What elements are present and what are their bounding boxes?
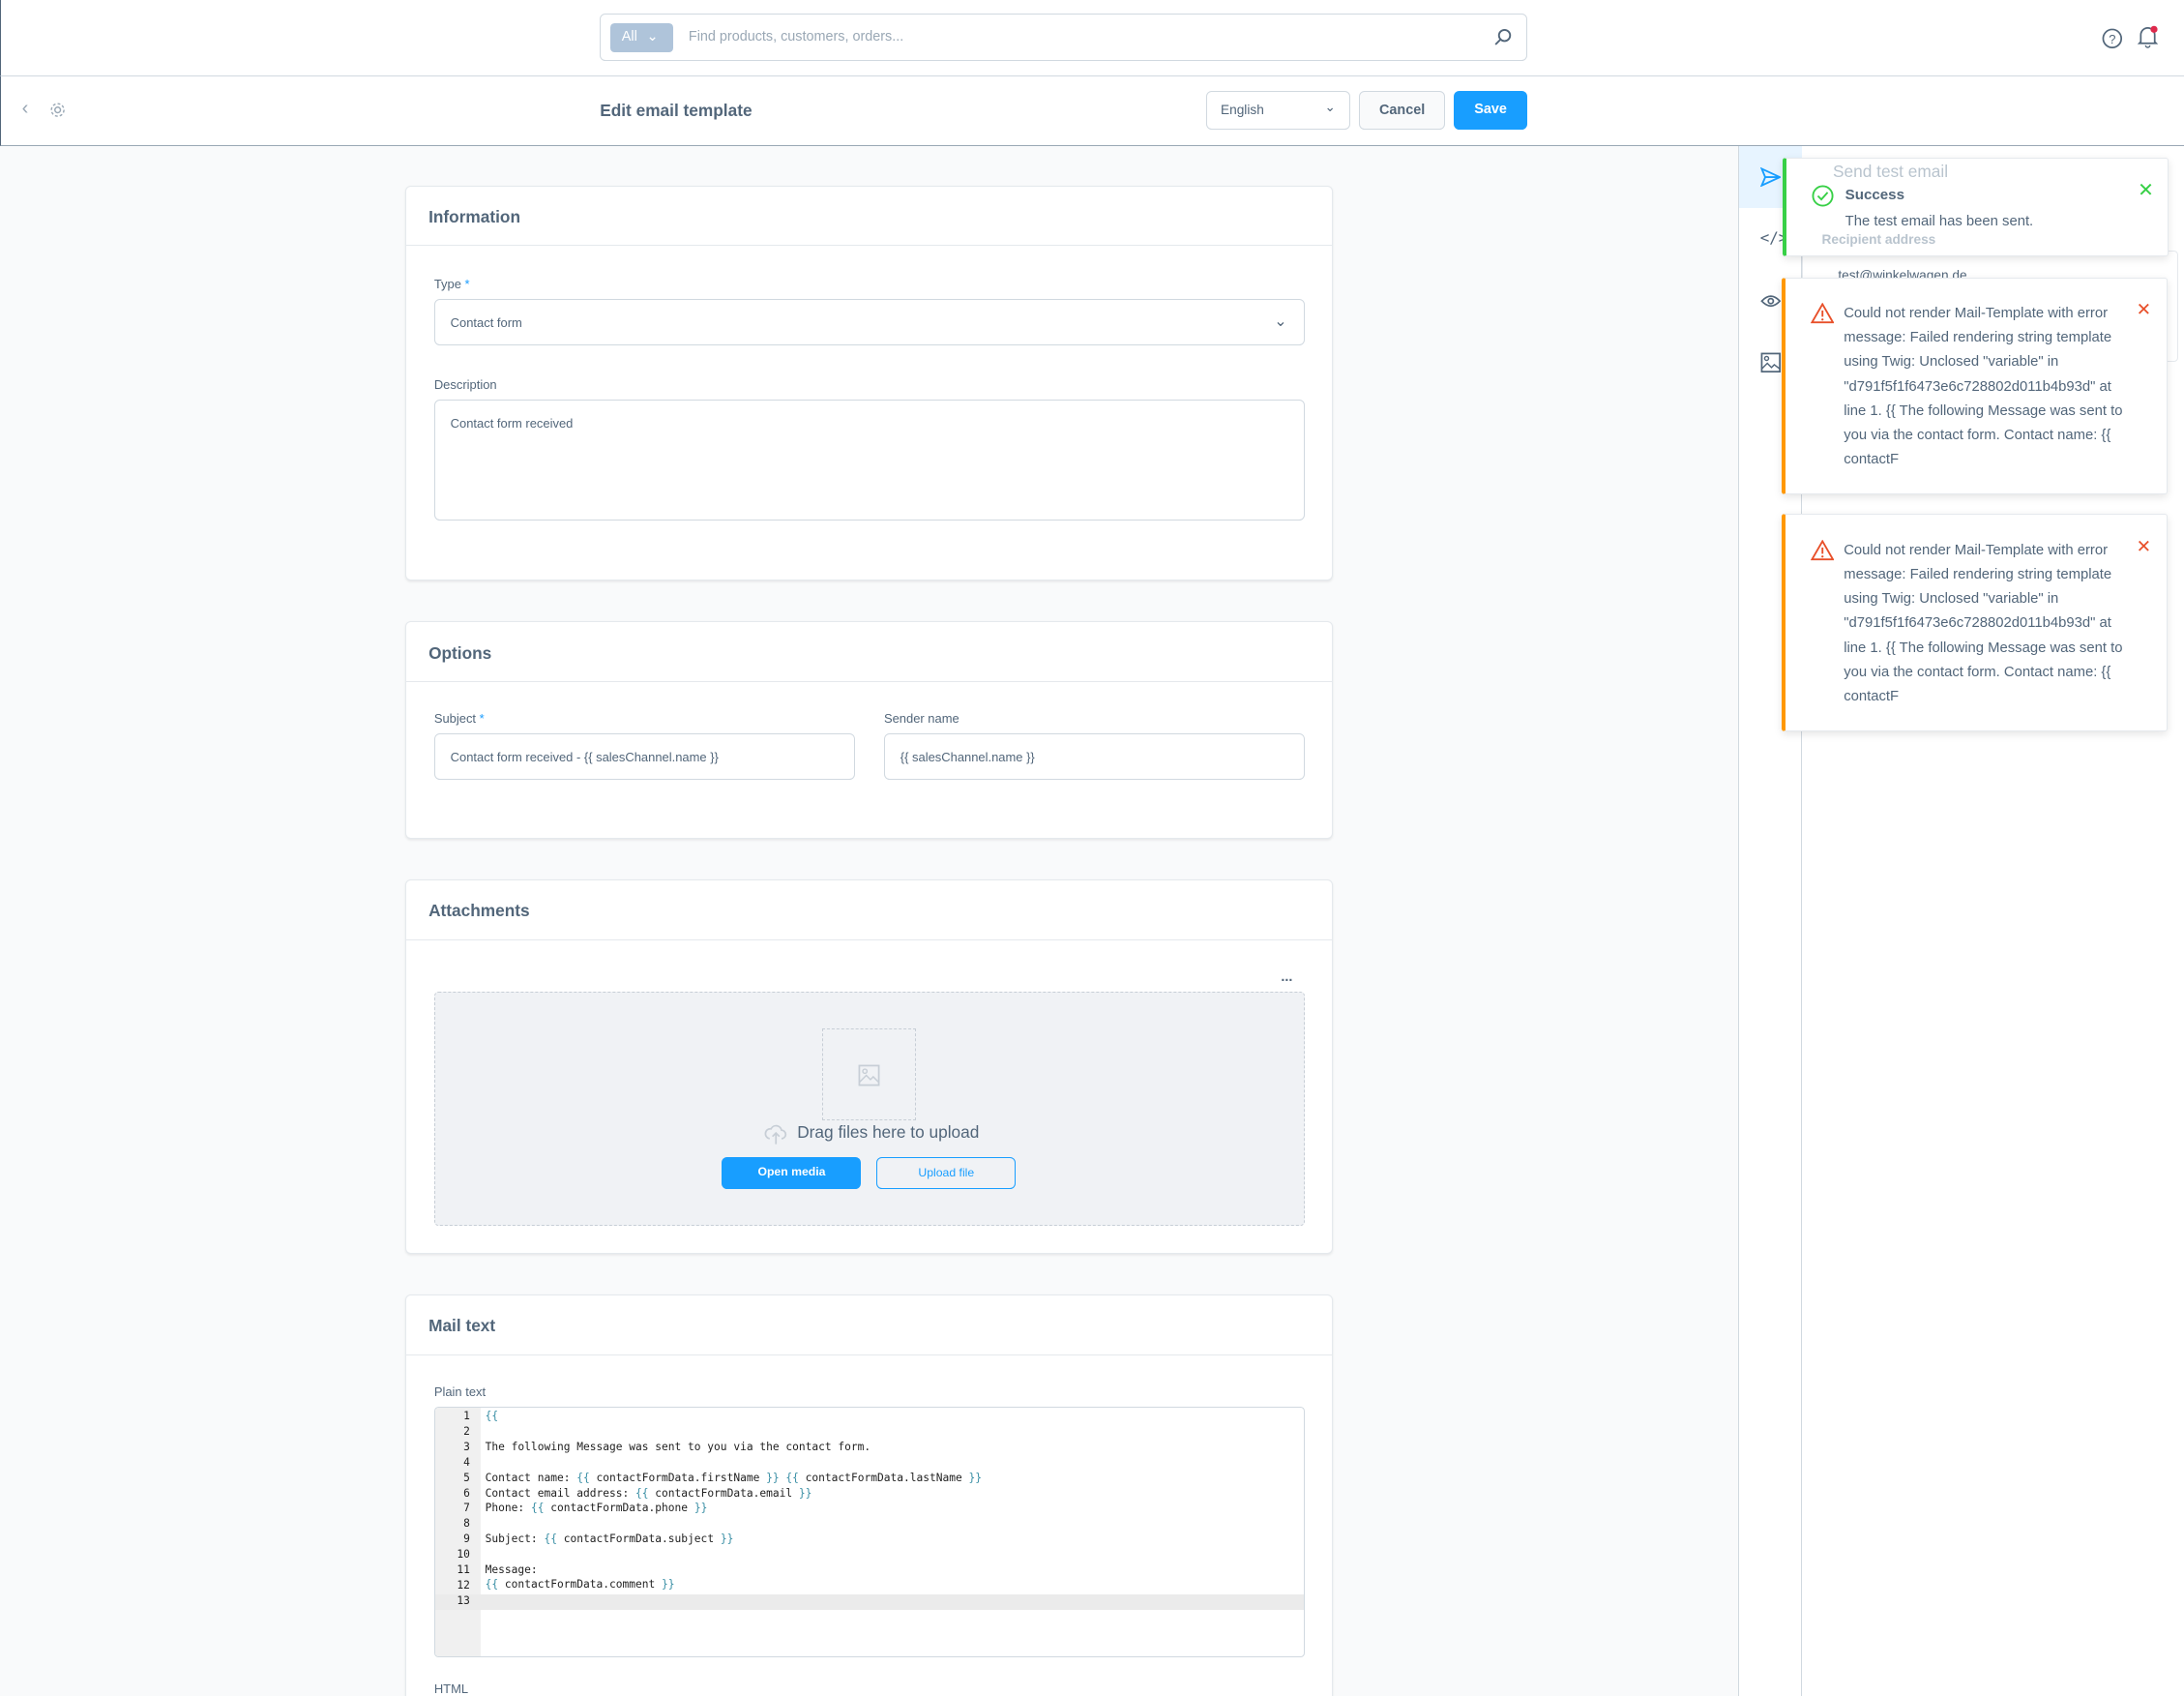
image-icon[interactable] [1760, 352, 1782, 373]
card-title: Attachments [406, 880, 1333, 940]
top-bar: All ⌄ Find products, customers, orders..… [0, 0, 2184, 77]
line-number: 12 [457, 1578, 470, 1592]
sender-name-input[interactable]: {{ salesChannel.name }} [883, 733, 1305, 780]
toast-message: Could not render Mail-Template with erro… [1844, 306, 2123, 468]
sender-name-label: Sender name [883, 711, 959, 727]
code-line: Contact email address: {{ contactFormDat… [485, 1486, 812, 1500]
code-content[interactable]: {{ The following Message was sent to you … [486, 1409, 982, 1608]
chevron-down-icon: ⌄ [1274, 312, 1287, 330]
toast-message: Could not render Mail-Template with erro… [1844, 542, 2123, 705]
type-value: Contact form [450, 314, 522, 330]
code-line: Subject: {{ contactFormData.subject }} [485, 1532, 734, 1545]
cloud-upload-icon [764, 1124, 786, 1145]
upload-file-button[interactable]: Upload file [876, 1156, 1017, 1189]
line-number: 7 [463, 1502, 470, 1515]
line-number: 13 [457, 1593, 470, 1607]
search-input[interactable]: Find products, customers, orders... [689, 29, 903, 45]
save-button[interactable]: Save [1453, 90, 1528, 130]
line-number: 10 [457, 1547, 470, 1561]
type-select[interactable]: Contact form ⌄ [433, 299, 1305, 345]
check-circle-icon [1812, 185, 1834, 207]
information-card: Information Type * Contact form ⌄ Descrip… [405, 185, 1334, 581]
line-number: 2 [463, 1425, 470, 1439]
language-select[interactable]: English ⌄ [1205, 90, 1351, 130]
code-line: Phone: {{ contactFormData.phone }} [485, 1502, 708, 1515]
search-scope-select[interactable]: All ⌄ [610, 23, 674, 53]
open-media-button[interactable]: Open media [722, 1156, 862, 1189]
card-title: Options [406, 622, 1333, 683]
code-line: {{ contactFormData.comment }} [485, 1578, 675, 1592]
search-scope-label: All [621, 28, 637, 45]
success-toast: Success The test email has been sent. ✕ [1783, 157, 2169, 256]
attachments-card: Attachments ... Drag files here to uploa… [405, 878, 1334, 1254]
line-number: 9 [463, 1532, 470, 1546]
close-icon[interactable]: ✕ [2138, 178, 2154, 202]
line-number: 1 [463, 1410, 470, 1423]
chevron-down-icon: ⌄ [1324, 100, 1336, 115]
more-options-icon[interactable]: ... [1281, 969, 1292, 985]
drop-text: Drag files here to upload [797, 1121, 980, 1142]
plain-text-label: Plain text [433, 1384, 487, 1399]
error-toast: Could not render Mail-Template with erro… [1781, 514, 2168, 731]
toast-title: Success [1845, 186, 1904, 203]
html-label: HTML [433, 1681, 469, 1696]
warning-icon [1810, 303, 1835, 324]
mail-text-card: Mail text Plain text 1 2 3 4 5 6 7 8 9 10 11 12 13 {… [405, 1294, 1334, 1696]
code-line: {{ [485, 1410, 499, 1423]
eye-icon[interactable] [1759, 294, 1782, 308]
language-value: English [1220, 103, 1264, 118]
toast-message: The test email has been sent. [1845, 214, 2034, 230]
code-line: Contact name: {{ contactFormData.firstNa… [485, 1471, 983, 1484]
subject-label: Subject * [433, 711, 485, 727]
close-icon[interactable]: ✕ [2137, 299, 2152, 320]
image-icon [858, 1064, 880, 1086]
plain-text-editor[interactable]: 1 2 3 4 5 6 7 8 9 10 11 12 13 {{The following Messag… [433, 1406, 1305, 1658]
gear-icon[interactable] [49, 102, 66, 118]
cancel-button[interactable]: Cancel [1359, 90, 1446, 130]
type-label: Type * [433, 277, 470, 292]
back-chevron-icon[interactable]: ‹ [22, 98, 29, 120]
line-numbers: 1 2 3 4 5 6 7 8 9 10 11 12 13 [435, 1409, 470, 1608]
card-title: Information [406, 187, 1333, 247]
options-card: Options Subject * Contact form received … [405, 621, 1334, 839]
page-title: Edit email template [600, 100, 753, 120]
description-textarea[interactable]: Contact form received [433, 399, 1305, 521]
line-number: 8 [463, 1517, 470, 1531]
smart-bar: ‹ Edit email template English ⌄ Cancel Sa… [0, 76, 2184, 147]
help-icon[interactable]: ? [2102, 28, 2123, 49]
chevron-down-icon: ⌄ [646, 28, 659, 45]
line-number: 4 [463, 1455, 470, 1469]
global-search[interactable]: All ⌄ Find products, customers, orders..… [600, 14, 1528, 62]
preview-placeholder [822, 1028, 916, 1121]
code-line: The following Message was sent to you vi… [485, 1441, 871, 1454]
line-number: 5 [463, 1471, 470, 1484]
description-label: Description [433, 376, 497, 392]
line-number: 3 [463, 1441, 470, 1454]
card-title: Mail text [406, 1295, 1333, 1355]
bell-icon[interactable] [2137, 25, 2159, 48]
subject-input[interactable]: Contact form received - {{ salesChannel.… [433, 733, 855, 780]
code-line: Message: [485, 1562, 538, 1576]
line-number: 11 [457, 1562, 470, 1576]
close-icon[interactable]: ✕ [2137, 536, 2152, 557]
line-number: 6 [463, 1486, 470, 1500]
send-icon [1759, 166, 1782, 187]
upload-dropzone[interactable]: Drag files here to upload Open media Upl… [433, 991, 1305, 1226]
warning-icon [1810, 540, 1835, 561]
svg-text:?: ? [2109, 32, 2115, 46]
search-icon[interactable] [1493, 27, 1513, 46]
error-toast: Could not render Mail-Template with erro… [1781, 277, 2168, 495]
